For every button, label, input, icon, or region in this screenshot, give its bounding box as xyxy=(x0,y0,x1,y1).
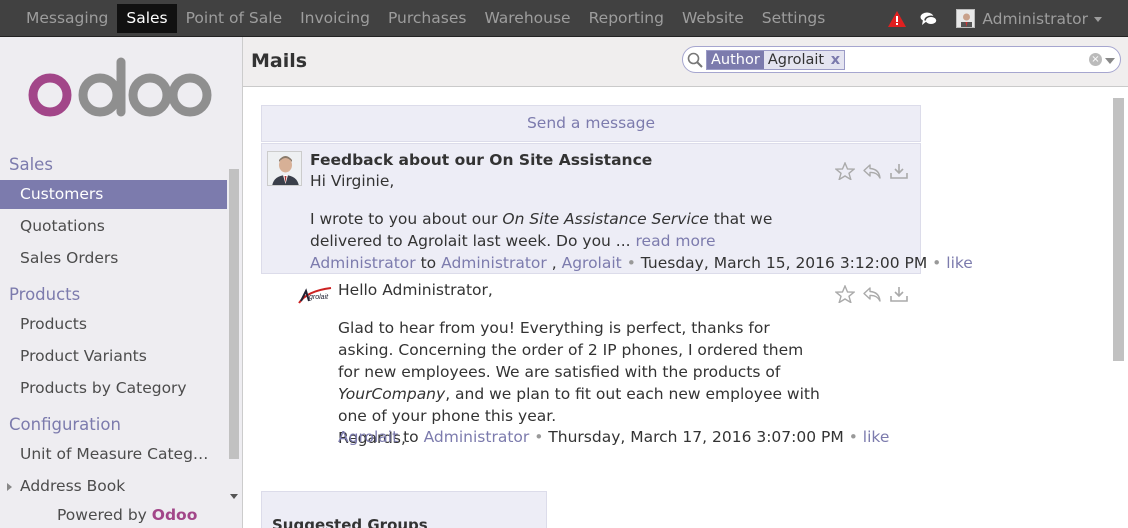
message-greeting: Hi Virginie, xyxy=(310,172,395,190)
facet-category: Author xyxy=(707,51,764,69)
control-panel: Mails Author Agrolait x × xyxy=(243,37,1128,87)
sidebar-item-sales-orders[interactable]: Sales Orders xyxy=(0,244,227,273)
download-icon[interactable] xyxy=(889,285,909,303)
reply-icon[interactable] xyxy=(862,162,882,180)
recipient-link[interactable]: Agrolait xyxy=(562,254,622,272)
mail-thread: Send a message Feedback about our On Sit… xyxy=(243,88,1128,528)
sidebar-scrollbar[interactable] xyxy=(229,169,239,459)
sidebar-item-customers[interactable]: Customers xyxy=(0,180,227,209)
menu-point-of-sale[interactable]: Point of Sale xyxy=(177,4,291,33)
svg-text:grolait: grolait xyxy=(309,294,329,301)
facet-remove-icon[interactable]: x xyxy=(831,52,840,68)
menu-purchases[interactable]: Purchases xyxy=(379,4,475,33)
message-body-emphasis: YourCompany xyxy=(338,385,446,403)
to-word: to xyxy=(420,254,437,272)
facet-value-text: Agrolait xyxy=(767,52,825,68)
message-body-text: I wrote to you about our xyxy=(310,210,503,228)
message-meta: Administrator to Administrator , Agrolai… xyxy=(310,254,973,272)
message-meta: Agrolait to Administrator • Thursday, Ma… xyxy=(338,428,890,446)
like-link[interactable]: like xyxy=(946,254,973,272)
message-body-emphasis: On Site Assistance Service xyxy=(502,210,709,228)
menu-reporting[interactable]: Reporting xyxy=(580,4,673,33)
menu-warehouse[interactable]: Warehouse xyxy=(475,4,579,33)
user-area: Administrator xyxy=(888,0,1102,37)
message-actions xyxy=(835,285,909,303)
menu-website[interactable]: Website xyxy=(673,4,753,33)
sidebar-item-address-book-label: Address Book xyxy=(20,477,126,495)
facet-value: Agrolait x xyxy=(763,51,845,69)
scroll-down-arrow-icon[interactable] xyxy=(230,494,238,499)
suggested-groups-title: Suggested Groups xyxy=(272,516,428,528)
sidebar-section-products: Products xyxy=(9,285,81,304)
main-scrollbar[interactable] xyxy=(1113,98,1124,361)
star-icon[interactable] xyxy=(835,162,855,180)
message-body-text: Glad to hear from you! Everything is per… xyxy=(338,319,804,381)
odoo-logo xyxy=(28,57,212,117)
like-link[interactable]: like xyxy=(863,428,890,446)
message-actions xyxy=(835,162,909,180)
sidebar-item-address-book[interactable]: Address Book xyxy=(0,472,227,501)
app-menu: Messaging Sales Point of Sale Invoicing … xyxy=(17,4,834,33)
sidebar-section-sales: Sales xyxy=(9,155,53,174)
star-icon[interactable] xyxy=(835,285,855,303)
chevron-down-icon[interactable] xyxy=(1094,17,1102,22)
menu-invoicing[interactable]: Invoicing xyxy=(291,4,379,33)
search-options-caret-icon[interactable] xyxy=(1105,58,1115,64)
sidebar-section-configuration: Configuration xyxy=(9,415,121,434)
sidebar-item-product-variants[interactable]: Product Variants xyxy=(0,342,227,371)
message-date: Thursday, March 17, 2016 3:07:00 PM xyxy=(548,428,844,446)
message-greeting: Hello Administrator, xyxy=(338,281,493,299)
reply-icon[interactable] xyxy=(862,285,882,303)
message-body: I wrote to you about our On Site Assista… xyxy=(310,208,830,252)
author-avatar[interactable] xyxy=(267,151,302,186)
user-avatar[interactable] xyxy=(956,9,976,28)
to-word: to xyxy=(403,428,419,446)
powered-by: Powered by Odoo xyxy=(57,506,197,524)
sidebar: Sales Customers Quotations Sales Orders … xyxy=(0,37,243,528)
menu-messaging[interactable]: Messaging xyxy=(17,4,117,33)
sidebar-item-products[interactable]: Products xyxy=(0,310,227,339)
sidebar-item-quotations[interactable]: Quotations xyxy=(0,212,227,241)
recipient-link[interactable]: Administrator xyxy=(424,428,530,446)
powered-by-text: Powered by xyxy=(57,506,147,524)
page-title: Mails xyxy=(251,50,308,72)
search-box[interactable]: Author Agrolait x × xyxy=(682,46,1121,73)
search-icon[interactable] xyxy=(687,52,703,68)
suggested-groups-panel: Suggested Groups xyxy=(261,491,547,528)
send-message-button[interactable]: Send a message xyxy=(261,105,921,142)
menu-sales[interactable]: Sales xyxy=(117,4,177,33)
author-avatar[interactable]: grolait xyxy=(297,285,333,305)
clear-icon[interactable]: × xyxy=(1089,53,1102,66)
message-date: Tuesday, March 15, 2016 3:12:00 PM xyxy=(640,254,928,272)
sidebar-item-uom-categories[interactable]: Unit of Measure Categ… xyxy=(0,440,227,469)
search-facet[interactable]: Author Agrolait x xyxy=(706,50,846,70)
top-navbar: Messaging Sales Point of Sale Invoicing … xyxy=(0,0,1128,37)
download-icon[interactable] xyxy=(889,162,909,180)
user-name[interactable]: Administrator xyxy=(982,10,1088,28)
alert-icon[interactable] xyxy=(888,10,907,27)
expand-triangle-icon[interactable] xyxy=(7,483,12,491)
message-item: Feedback about our On Site Assistance Hi… xyxy=(261,143,973,274)
recipient-link[interactable]: Administrator xyxy=(441,254,547,272)
sidebar-item-products-by-category[interactable]: Products by Category xyxy=(0,374,227,403)
author-link[interactable]: Agrolait xyxy=(338,428,398,446)
menu-settings[interactable]: Settings xyxy=(753,4,835,33)
recipient-separator: , xyxy=(551,254,557,272)
chat-icon[interactable] xyxy=(920,11,939,27)
message-subject: Feedback about our On Site Assistance xyxy=(310,151,653,169)
message-item: grolait Hello Administrator, Glad to hea… xyxy=(291,277,921,447)
powered-by-brand[interactable]: Odoo xyxy=(152,506,198,524)
read-more-link[interactable]: read more xyxy=(636,232,716,250)
author-link[interactable]: Administrator xyxy=(310,254,416,272)
